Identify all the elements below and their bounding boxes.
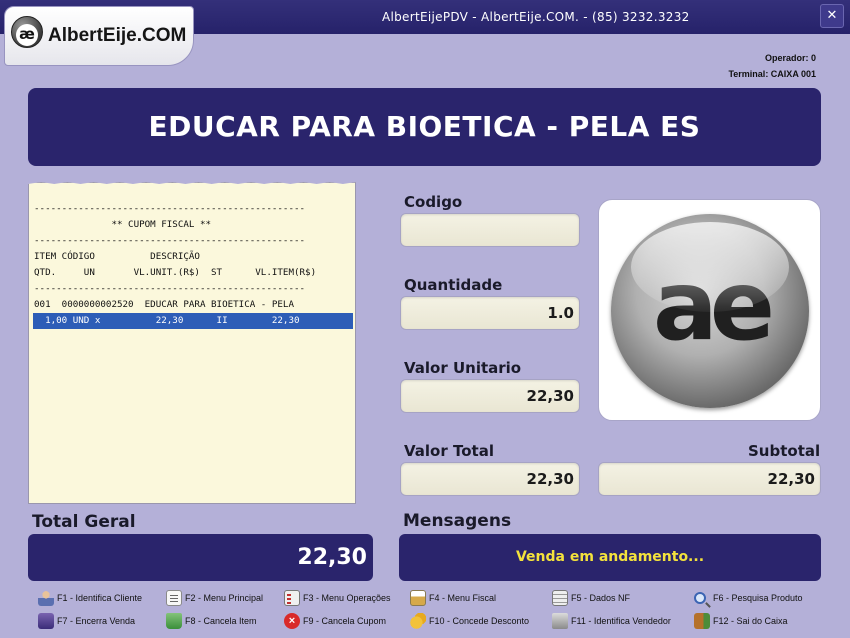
total-geral-label: Total Geral [32, 512, 136, 532]
valor-total-label: Valor Total [404, 442, 494, 460]
close-button[interactable]: ✕ [820, 4, 844, 28]
receipt-line: ----------------------------------------… [34, 283, 306, 294]
brand-logo-icon: æ [11, 16, 43, 48]
subtotal-field[interactable]: 22,30 [598, 462, 821, 496]
cash-register-icon [552, 613, 568, 629]
recycle-icon [166, 613, 182, 629]
codigo-label: Codigo [404, 193, 463, 211]
receipt-selected-line[interactable]: 1,00 UND x 22,30 II 22,30 [33, 313, 353, 329]
valor-unitario-label: Valor Unitario [404, 359, 522, 377]
shortcut-f12[interactable]: F12 - Sai do Caixa [694, 612, 788, 630]
coins-icon [410, 613, 426, 629]
receipt-line: ----------------------------------------… [34, 235, 306, 246]
shortcut-f9[interactable]: × F9 - Cancela Cupom [284, 612, 386, 630]
document-icon [166, 590, 182, 606]
exit-door-icon [694, 613, 710, 629]
shortcut-f11[interactable]: F11 - Identifica Vendedor [552, 612, 671, 630]
product-banner: EDUCAR PARA BIOETICA - PELA ES [28, 88, 821, 166]
valor-total-field[interactable]: 22,30 [400, 462, 580, 496]
shortcut-f2[interactable]: F2 - Menu Principal [166, 589, 263, 607]
shortcut-f8[interactable]: F8 - Cancela Item [166, 612, 257, 630]
shortcut-f6[interactable]: F6 - Pesquisa Produto [694, 589, 803, 607]
codigo-field[interactable] [400, 213, 580, 247]
quantidade-label: Quantidade [404, 276, 503, 294]
shortcut-f7[interactable]: F7 - Encerra Venda [38, 612, 135, 630]
shortcut-f4[interactable]: F4 - Menu Fiscal [410, 589, 496, 607]
brand-logo: æ AlbertEije.COM [4, 6, 194, 66]
checklist-icon [284, 590, 300, 606]
cancel-icon: × [284, 613, 300, 629]
operator-label: Operador: 0 [764, 53, 816, 63]
spreadsheet-icon [552, 590, 568, 606]
session-info: Operador: 0 Terminal: CAIXA 001 [728, 50, 816, 82]
receipt-line: QTD. UN VL.UNIT.(R$) ST VL.ITEM(R$) [34, 267, 317, 278]
receipt-line: 001 0000000002520 EDUCAR PARA BIOETICA -… [34, 299, 294, 310]
receipt-panel[interactable]: ----------------------------------------… [28, 182, 356, 504]
shortcut-f3[interactable]: F3 - Menu Operações [284, 589, 391, 607]
quantidade-field[interactable]: 1.0 [400, 296, 580, 330]
shortcut-f5[interactable]: F5 - Dados NF [552, 589, 630, 607]
mensagens-label: Mensagens [403, 511, 512, 531]
subtotal-label: Subtotal [748, 442, 821, 460]
fiscal-icon [410, 590, 426, 606]
cart-icon [38, 613, 54, 629]
receipt-line: ITEM CÓDIGO DESCRIÇÃO [34, 251, 200, 262]
valor-unitario-field[interactable]: 22,30 [400, 379, 580, 413]
shortcut-f10[interactable]: F10 - Concede Desconto [410, 612, 529, 630]
total-geral-value: 22,30 [28, 534, 373, 581]
shortcut-f1[interactable]: F1 - Identifica Cliente [38, 589, 142, 607]
magnifier-icon [694, 592, 706, 604]
window-title: AlbertEijePDV - AlbertEije.COM. - (85) 3… [382, 10, 690, 24]
person-icon [38, 590, 54, 606]
ae-logo-icon: ae [611, 214, 809, 408]
company-logo-card: ae [598, 199, 821, 421]
receipt-line: ** CUPOM FISCAL ** [34, 219, 212, 230]
status-message: Venda em andamento... [399, 534, 821, 581]
terminal-label: Terminal: CAIXA 001 [728, 69, 816, 79]
receipt-line: ----------------------------------------… [34, 203, 306, 214]
brand-name: AlbertEije.COM [48, 25, 187, 46]
